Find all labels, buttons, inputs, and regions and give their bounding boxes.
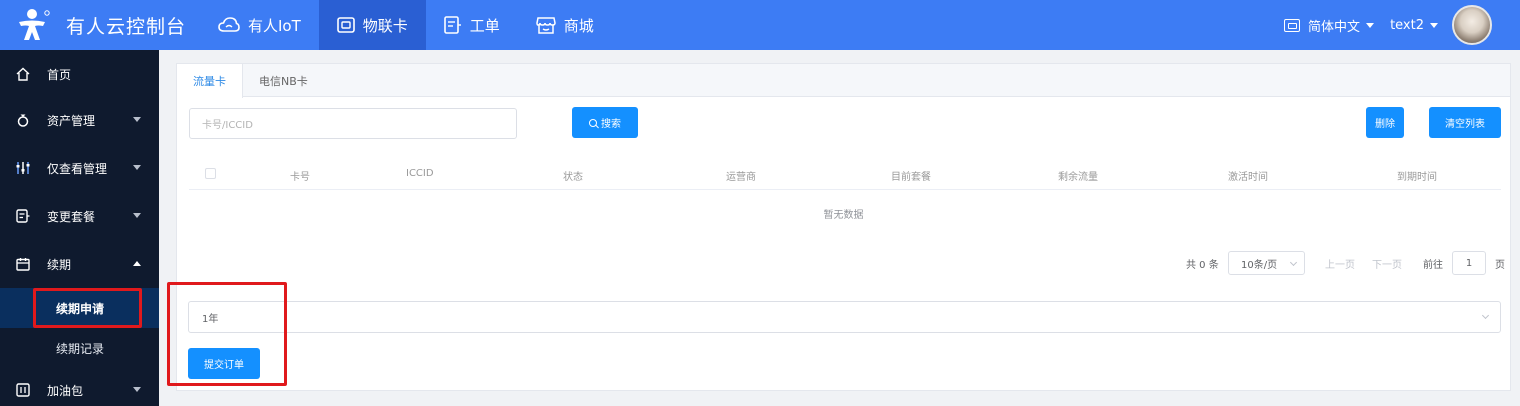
prev-page-button[interactable]: 上一页 (1325, 251, 1355, 275)
search-input[interactable]: 卡号/ICCID (189, 108, 517, 139)
chevron-down-icon (133, 165, 141, 170)
page-number-input[interactable]: 1 (1452, 251, 1486, 275)
nav-label: 工单 (469, 16, 500, 35)
language-icon (1284, 18, 1301, 32)
brand-name: 有人云控制台 (66, 15, 187, 38)
package-icon (16, 383, 30, 397)
calendar-icon (16, 257, 30, 271)
chevron-down-icon (1481, 311, 1490, 320)
user-menu[interactable]: text2 (1390, 18, 1438, 33)
sidebar-item-data-package[interactable]: 加油包 (0, 366, 159, 406)
page-size-value: 10条/页 (1241, 259, 1278, 271)
goto-label: 前往 (1423, 259, 1443, 271)
sidebar-item-view-management[interactable]: 仅查看管理 (0, 144, 159, 192)
column-header: 激活时间 (1228, 172, 1268, 183)
chevron-down-icon (133, 387, 141, 392)
search-button-label: 搜索 (601, 119, 621, 130)
brand[interactable]: 有人云控制台 (0, 0, 200, 50)
sidebar-item-label: 变更套餐 (47, 209, 96, 224)
column-header: 目前套餐 (891, 172, 931, 183)
avatar[interactable] (1452, 5, 1492, 45)
nav-work-order[interactable]: 工单 (426, 0, 518, 50)
search-button[interactable]: 搜索 (572, 107, 638, 138)
sidebar: 首页 资产管理 仅查看管理 变更套餐 续期 续期申请 续期记录 加油包 (0, 50, 159, 406)
select-all-checkbox[interactable] (205, 168, 216, 179)
chevron-down-icon (133, 117, 141, 122)
nav-sim-card[interactable]: 物联卡 (318, 0, 426, 50)
empty-state: 暂无数据 (823, 210, 864, 221)
sidebar-subitem-label: 续期记录 (56, 341, 105, 356)
page-size-select[interactable]: 10条/页 (1228, 251, 1305, 275)
renewal-card: 流量卡 电信NB卡 卡号/ICCID 搜索 删除 清空列表 卡号 ICCID 状… (176, 63, 1511, 391)
column-header: 到期时间 (1397, 172, 1437, 183)
shop-icon (536, 17, 556, 34)
next-page-button[interactable]: 下一页 (1372, 251, 1402, 275)
sidebar-item-label: 加油包 (47, 383, 84, 398)
sidebar-item-change-plan[interactable]: 变更套餐 (0, 192, 159, 240)
delete-button[interactable]: 删除 (1366, 107, 1404, 138)
pagination-total: 共 0 条 (1186, 259, 1219, 271)
cloud-icon (218, 17, 240, 32)
plan-icon (16, 209, 30, 223)
top-bar: 有人云控制台 有人IoT 物联卡 工单 商城 简体中文 text2 (0, 0, 1520, 50)
chevron-down-icon (1366, 22, 1375, 28)
language-switcher[interactable]: 简体中文 (1284, 16, 1375, 35)
highlight-box (33, 288, 142, 328)
renewal-period-select[interactable]: 1年 (188, 301, 1501, 333)
chevron-up-icon (133, 261, 141, 266)
nav-label: 物联卡 (362, 16, 408, 35)
sidebar-item-label: 续期 (47, 257, 72, 272)
search-icon (589, 118, 597, 127)
sidebar-item-assets[interactable]: 资产管理 (0, 96, 159, 144)
chevron-down-icon (1289, 258, 1298, 267)
tab-nb-card[interactable]: 电信NB卡 (243, 64, 324, 97)
nav-label: 商城 (563, 16, 594, 35)
home-icon (16, 67, 30, 81)
clear-list-button[interactable]: 清空列表 (1429, 107, 1501, 138)
language-label: 简体中文 (1308, 19, 1361, 35)
column-header: 状态 (563, 172, 583, 183)
page-unit-label: 页 (1495, 259, 1505, 271)
column-header: ICCID (406, 168, 434, 179)
chevron-down-icon (133, 213, 141, 218)
column-header: 卡号 (290, 172, 310, 183)
tab-data-card[interactable]: 流量卡 (177, 64, 243, 98)
usr-logo-icon (19, 9, 50, 40)
table-header: 卡号 ICCID 状态 运营商 目前套餐 剩余流量 激活时间 到期时间 (189, 159, 1501, 190)
sidebar-item-label: 首页 (47, 67, 72, 82)
work-order-icon (443, 16, 461, 34)
sidebar-item-renewal[interactable]: 续期 (0, 240, 159, 288)
sidebar-item-home[interactable]: 首页 (0, 50, 159, 98)
sliders-icon (16, 161, 30, 175)
sim-card-icon (336, 17, 355, 33)
sidebar-item-label: 仅查看管理 (47, 161, 108, 176)
column-header: 剩余流量 (1058, 172, 1098, 183)
chevron-down-icon (1430, 22, 1438, 28)
card-tabs: 流量卡 电信NB卡 (177, 64, 1510, 98)
asset-icon (16, 113, 30, 127)
sidebar-subitem-renewal-records[interactable]: 续期记录 (0, 328, 159, 368)
sidebar-item-label: 资产管理 (47, 113, 96, 128)
highlight-box (167, 282, 287, 386)
nav-label: 有人IoT (248, 16, 301, 35)
nav-shop[interactable]: 商城 (518, 0, 612, 50)
column-header: 运营商 (726, 172, 756, 183)
username: text2 (1390, 17, 1424, 33)
nav-iot[interactable]: 有人IoT (200, 0, 319, 50)
